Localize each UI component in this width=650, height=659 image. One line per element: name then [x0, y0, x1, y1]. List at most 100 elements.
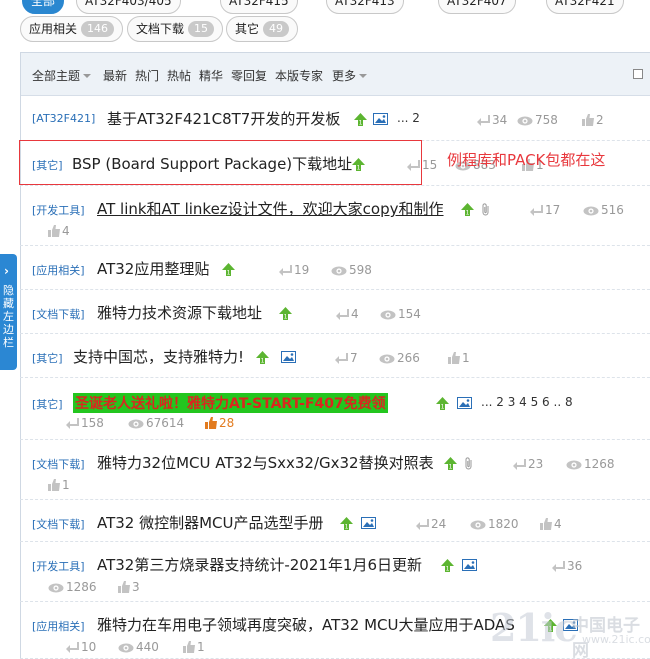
svg-text:1: 1	[449, 464, 453, 471]
thread-row: [开发工具] AT32第三方烧录器支持统计-2021年1月6日更新 1 36 1286 3	[20, 542, 650, 602]
thread-category-tag[interactable]: [文档下载]	[32, 456, 85, 472]
thread-likes-stat: 3	[118, 580, 140, 594]
filter-digest[interactable]: 精华	[199, 67, 223, 84]
thread-row: [开发工具] AT link和AT linkez设计文件，欢迎大家copy和制作 1…	[20, 186, 650, 246]
new-post-icon: 1	[222, 263, 235, 277]
thread-category-tag[interactable]: [应用相关]	[32, 618, 85, 634]
image-attachment-icon	[281, 351, 296, 363]
thread-category-tag[interactable]: [文档下载]	[32, 306, 85, 322]
thread-category-tag[interactable]: [其它]	[32, 350, 63, 366]
thread-views-stat: 154	[380, 307, 421, 321]
thread-views-stat: 1268	[566, 457, 615, 471]
thread-category-tag[interactable]: [开发工具]	[32, 558, 85, 574]
thread-row: [其它] 支持中国芯，支持雅特力! 1 7 266 1	[20, 334, 650, 378]
stat-value: 4	[554, 517, 562, 531]
thread-likes-stat: 28	[205, 416, 234, 430]
new-post-icon: 1	[441, 559, 454, 573]
thread-replies-stat: 24	[416, 517, 446, 531]
svg-text:1: 1	[284, 314, 288, 321]
filter-more[interactable]: 更多	[332, 67, 368, 84]
sidebar-toggle-label: 隐藏左边栏	[3, 284, 14, 349]
new-post-icon: 1	[461, 203, 474, 217]
filter-trending[interactable]: 热帖	[167, 67, 191, 84]
new-post-icon: 1	[436, 397, 449, 411]
thread-category-tag[interactable]: [其它]	[32, 396, 63, 412]
stat-value: 758	[535, 113, 558, 127]
category-pill-at32f403[interactable]: AT32F403/405	[76, 0, 181, 14]
svg-text:1: 1	[466, 210, 470, 217]
watermark-url: www.21ic.com	[582, 633, 650, 646]
thread-replies-stat: 23	[513, 457, 543, 471]
image-attachment-icon	[457, 397, 472, 409]
filter-expert[interactable]: 本版专家	[275, 67, 323, 84]
thread-category-tag[interactable]: [文档下载]	[32, 516, 85, 532]
stat-value: 2	[596, 113, 604, 127]
category-pill-at32f415[interactable]: AT32F415	[220, 0, 298, 14]
new-post-icon: 1	[279, 307, 292, 321]
thread-category-tag[interactable]: [应用相关]	[32, 262, 85, 278]
stat-value: 34	[492, 113, 508, 127]
thread-replies-stat: 19	[279, 263, 309, 277]
svg-text:1: 1	[446, 566, 450, 573]
stat-value: 1820	[488, 517, 519, 531]
category-pill-at32f413[interactable]: AT32F413	[326, 0, 404, 14]
stat-value: 15	[422, 158, 438, 172]
thread-title-link[interactable]: 圣诞老人送礼啦！雅特力AT-START-F407免费领	[73, 393, 388, 413]
thread-title-link[interactable]: AT link和AT linkez设计文件，欢迎大家copy和制作	[97, 198, 444, 219]
new-post-icon: 1	[256, 351, 269, 365]
stat-value: 17	[545, 203, 561, 217]
stat-value: 1	[197, 640, 205, 654]
paperclip-icon	[464, 457, 474, 470]
category-pill-other[interactable]: 其它 49	[226, 16, 299, 42]
thread-replies-stat: 10	[66, 640, 96, 654]
thread-views-stat: 440	[118, 640, 159, 654]
thread-replies-stat: 7	[335, 351, 358, 365]
filter-zero-reply[interactable]: 零回复	[231, 67, 267, 84]
thread-row: [文档下载] 雅特力技术资源下载地址 1 4 154	[20, 290, 650, 334]
thread-title-link[interactable]: 雅特力32位MCU AT32与Sxx32/Gx32替换对照表	[97, 452, 434, 473]
image-attachment-icon	[462, 559, 477, 571]
stat-value: 154	[398, 307, 421, 321]
filter-all-topics[interactable]: 全部主题	[32, 67, 92, 84]
thread-title-link[interactable]: 基于AT32F421C8T7开发的开发板	[107, 108, 340, 129]
stat-value: 440	[136, 640, 159, 654]
thread-row: [应用相关] AT32应用整理贴 1 19 598	[20, 246, 650, 290]
category-pill-docs[interactable]: 文档下载 15	[127, 16, 224, 42]
category-pill-app[interactable]: 应用相关 146	[20, 16, 124, 42]
paperclip-icon	[481, 203, 491, 216]
new-window-checkbox[interactable]	[633, 69, 643, 79]
thread-likes-stat: 2	[582, 113, 604, 127]
stat-value: 266	[397, 351, 420, 365]
thread-replies-stat: 34	[477, 113, 507, 127]
thread-pagination[interactable]: ... 2 3 4 5 6 .. 8	[481, 395, 573, 409]
stat-value: 4	[351, 307, 359, 321]
filter-hot[interactable]: 热门	[135, 67, 159, 84]
sidebar-toggle[interactable]: › 隐藏左边栏	[0, 254, 17, 370]
thread-replies-stat: 4	[336, 307, 359, 321]
category-pill-all[interactable]: 全部	[22, 0, 65, 14]
annotation-text: 例程库和PACK包都在这	[447, 151, 606, 169]
thread-title-link[interactable]: AT32第三方烧录器支持统计-2021年1月6日更新	[97, 554, 422, 575]
new-post-icon: 1	[340, 517, 353, 531]
svg-text:1: 1	[345, 524, 349, 531]
category-pill-at32f407[interactable]: AT32F407	[438, 0, 516, 14]
filter-latest[interactable]: 最新	[103, 67, 127, 84]
thread-category-tag[interactable]: [AT32F421]	[32, 112, 95, 125]
thread-title-link[interactable]: 雅特力在车用电子领域再度突破，AT32 MCU大量应用于ADAS	[97, 614, 515, 635]
thread-likes-stat: 4	[540, 517, 562, 531]
stat-value: 7	[350, 351, 358, 365]
thread-row: [文档下载] AT32 微控制器MCU产品选型手册 1 24 1820 4	[20, 500, 650, 542]
chevron-down-icon	[359, 74, 368, 78]
thread-title-link[interactable]: AT32 微控制器MCU产品选型手册	[97, 512, 324, 533]
thread-title-link[interactable]: 雅特力技术资源下载地址	[97, 302, 262, 323]
thread-category-tag[interactable]: [开发工具]	[32, 202, 85, 218]
thread-title-link[interactable]: 支持中国芯，支持雅特力!	[73, 346, 244, 367]
thread-title-link[interactable]: AT32应用整理贴	[97, 258, 209, 279]
image-attachment-icon	[373, 113, 388, 125]
stat-value: 1268	[584, 457, 615, 471]
thread-pagination[interactable]: ... 2	[397, 111, 420, 125]
category-pill-at32f421[interactable]: AT32F421	[546, 0, 624, 14]
chevron-down-icon	[83, 74, 92, 78]
thread-views-stat: 67614	[128, 416, 184, 430]
thread-filter-toolbar: 全部主题 最新 热门 热帖 精华 零回复 本版专家 更多	[21, 53, 650, 96]
